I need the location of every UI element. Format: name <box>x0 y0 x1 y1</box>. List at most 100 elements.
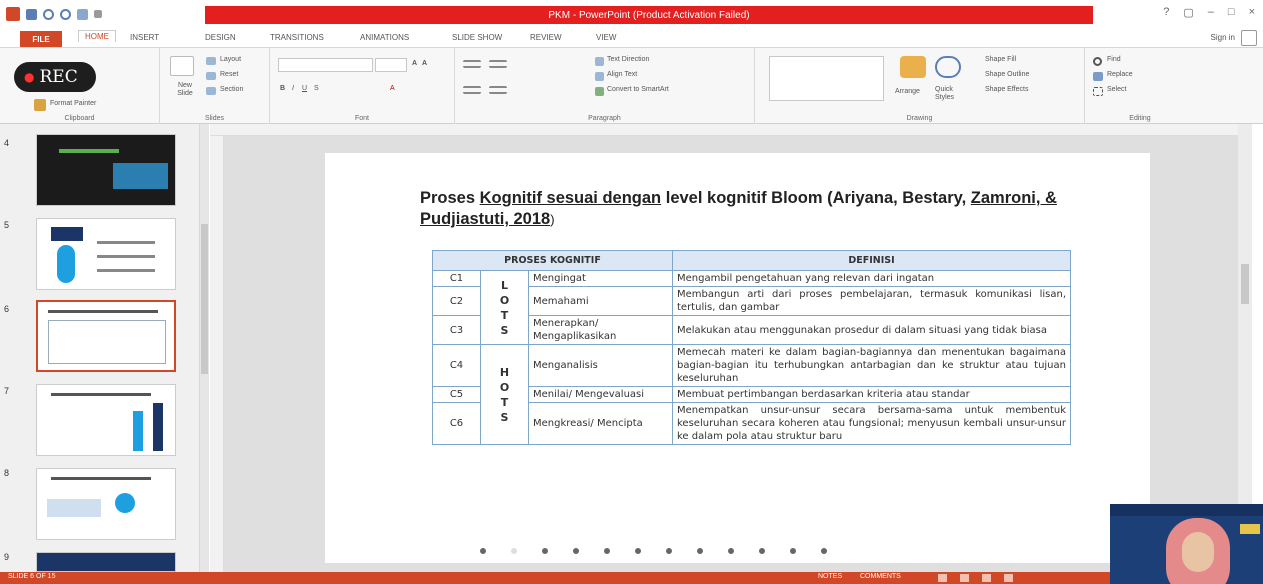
smartart-icon[interactable] <box>595 87 604 96</box>
tab-slide-show[interactable]: SLIDE SHOW <box>452 33 502 42</box>
section-icon[interactable] <box>206 87 216 95</box>
account-icon[interactable] <box>1241 30 1257 46</box>
nav-dot[interactable] <box>542 548 548 554</box>
layout-icon[interactable] <box>206 57 216 65</box>
new-slide-icon[interactable] <box>170 56 194 76</box>
text-direction-button[interactable]: Text Direction <box>607 56 649 63</box>
grow-font-icon[interactable]: A <box>412 60 417 67</box>
slide-thumbnail-4[interactable] <box>36 134 176 206</box>
slides-thumbnail-pane[interactable]: 4 5 6 7 8 9 <box>0 124 200 572</box>
slide[interactable]: Proses Kognitif sesuai dengan level kogn… <box>325 153 1150 563</box>
slide-number: 8 <box>4 468 10 478</box>
slide-thumbnail-7[interactable] <box>36 384 176 456</box>
customize-toolbar-icon[interactable] <box>94 10 102 18</box>
shape-outline-button[interactable]: Shape Outline <box>985 71 1029 78</box>
quick-styles-button[interactable]: Quick Styles <box>935 86 963 102</box>
slide-thumbnail-6-selected[interactable] <box>36 300 176 372</box>
nav-dot[interactable] <box>790 548 796 554</box>
nav-dot[interactable] <box>666 548 672 554</box>
font-name-dropdown[interactable] <box>278 58 373 72</box>
tab-home[interactable]: HOME <box>78 30 116 42</box>
help-button[interactable]: ? <box>1163 6 1169 19</box>
slide-sorter-icon[interactable] <box>960 574 969 582</box>
slide-thumbnail-9[interactable] <box>36 552 176 572</box>
nav-dot[interactable] <box>480 548 486 554</box>
replace-icon[interactable] <box>1093 72 1103 81</box>
quick-styles-icon[interactable] <box>935 56 961 78</box>
nav-dot[interactable] <box>511 548 517 554</box>
slide-thumbnail-8[interactable] <box>36 468 176 540</box>
font-size-dropdown[interactable] <box>375 58 407 72</box>
undo-icon[interactable] <box>43 8 54 20</box>
tab-review[interactable]: REVIEW <box>530 33 562 42</box>
select-icon[interactable] <box>1093 87 1103 96</box>
shapes-gallery[interactable] <box>769 56 884 101</box>
save-icon[interactable] <box>26 8 37 20</box>
tab-animations[interactable]: ANIMATIONS <box>360 33 409 42</box>
find-button[interactable]: Find <box>1107 56 1121 63</box>
tab-view[interactable]: VIEW <box>596 33 616 42</box>
tab-transitions[interactable]: TRANSITIONS <box>270 33 324 42</box>
bold-icon[interactable]: B <box>280 85 285 92</box>
layout-button[interactable]: Layout <box>220 56 241 63</box>
tab-insert[interactable]: INSERT <box>130 33 159 42</box>
normal-view-icon[interactable] <box>938 574 947 582</box>
slide-thumbnail-5[interactable] <box>36 218 176 290</box>
slide-title[interactable]: Proses Kognitif sesuai dengan level kogn… <box>420 188 1120 230</box>
find-icon[interactable] <box>1093 57 1102 66</box>
recording-indicator: ● REC <box>14 62 96 92</box>
slide-count: SLIDE 6 OF 15 <box>8 573 56 580</box>
comments-button[interactable]: COMMENTS <box>860 573 901 580</box>
close-button[interactable]: × <box>1249 6 1255 19</box>
tab-design[interactable]: DESIGN <box>205 33 236 42</box>
convert-smartart-button[interactable]: Convert to SmartArt <box>607 86 669 93</box>
nav-dot[interactable] <box>697 548 703 554</box>
align-text-icon[interactable] <box>595 72 604 81</box>
sign-in-link[interactable]: Sign in <box>1211 33 1235 42</box>
level-code: C4 <box>432 344 481 387</box>
reset-button[interactable]: Reset <box>220 71 238 78</box>
align-text-button[interactable]: Align Text <box>607 71 637 78</box>
paragraph-group: Text Direction Align Text Convert to Sma… <box>455 48 755 124</box>
numbering-icon[interactable] <box>489 60 507 68</box>
redo-icon[interactable] <box>60 8 71 20</box>
minimize-button[interactable]: – <box>1208 6 1214 19</box>
format-painter-button[interactable]: Format Painter <box>50 100 96 107</box>
text-direction-icon[interactable] <box>595 57 604 66</box>
slideshow-view-icon[interactable] <box>1004 574 1013 582</box>
new-slide-button[interactable]: New Slide <box>170 82 200 98</box>
center-icon[interactable] <box>489 86 507 94</box>
underline-icon[interactable]: U <box>302 85 307 92</box>
shape-effects-button[interactable]: Shape Effects <box>985 86 1028 93</box>
shrink-font-icon[interactable]: A <box>422 60 427 67</box>
font-color-icon[interactable]: A <box>390 85 395 92</box>
shadow-icon[interactable]: S <box>314 85 319 92</box>
italic-icon[interactable]: I <box>292 85 294 92</box>
start-slideshow-icon[interactable] <box>77 8 88 20</box>
nav-dot[interactable] <box>573 548 579 554</box>
title-text-underlined: Kognitif sesuai dengan <box>479 189 662 207</box>
nav-dot[interactable] <box>604 548 610 554</box>
arrange-icon[interactable] <box>900 56 926 78</box>
reading-view-icon[interactable] <box>982 574 991 582</box>
nav-dot[interactable] <box>759 548 765 554</box>
tab-file[interactable]: FILE <box>20 31 62 47</box>
reset-icon[interactable] <box>206 72 216 80</box>
bullets-icon[interactable] <box>463 60 481 68</box>
nav-dot[interactable] <box>635 548 641 554</box>
arrange-button[interactable]: Arrange <box>895 88 920 95</box>
align-left-icon[interactable] <box>463 86 481 94</box>
header-proses-kognitif: PROSES KOGNITIF <box>432 250 673 271</box>
nav-dot[interactable] <box>728 548 734 554</box>
cognitive-process-table[interactable]: PROSES KOGNITIF DEFINISI C1 L O T S Meng… <box>432 250 1071 445</box>
section-button[interactable]: Section <box>220 86 243 93</box>
select-button[interactable]: Select <box>1107 86 1126 93</box>
ribbon-display-button[interactable]: ▢ <box>1183 6 1193 19</box>
format-painter-icon[interactable] <box>34 99 46 111</box>
replace-button[interactable]: Replace <box>1107 71 1133 78</box>
maximize-button[interactable]: □ <box>1228 6 1235 19</box>
notes-button[interactable]: NOTES <box>818 573 842 580</box>
nav-dot[interactable] <box>821 548 827 554</box>
shape-fill-button[interactable]: Shape Fill <box>985 56 1016 63</box>
thumbnail-scrollbar[interactable] <box>199 124 209 572</box>
